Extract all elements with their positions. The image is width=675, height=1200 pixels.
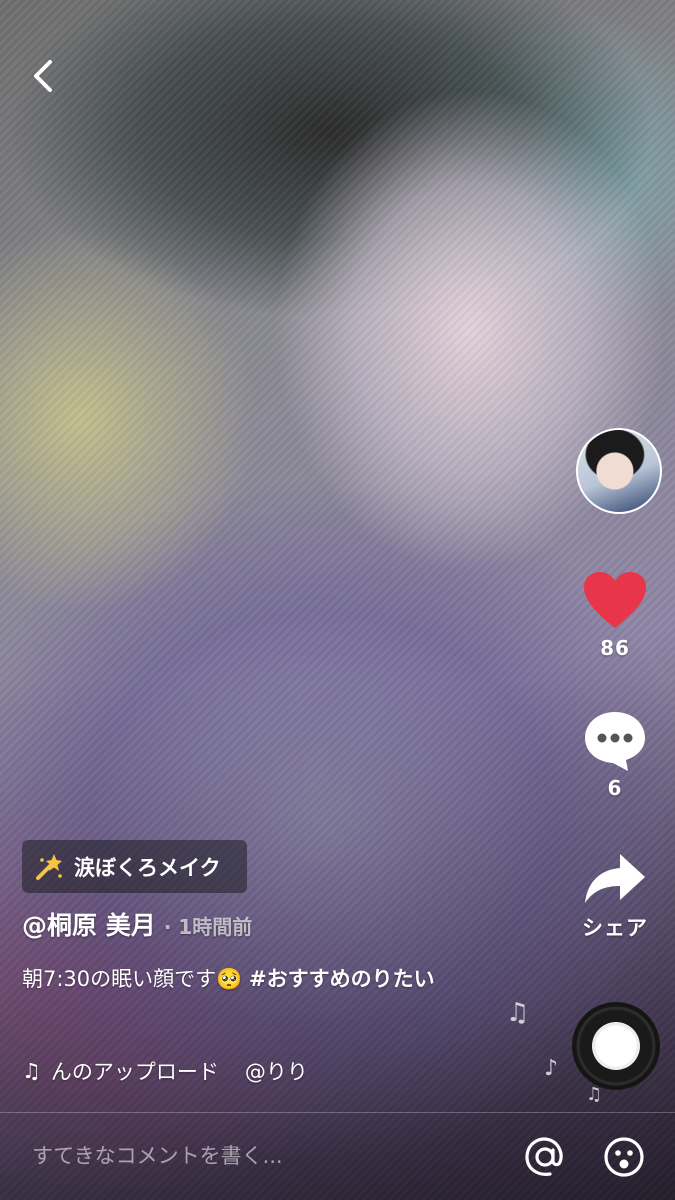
music-note-icon: ♫ <box>22 1059 41 1083</box>
post-time: · 1時間前 <box>163 915 253 939</box>
sparkle-wand-icon <box>36 853 62 880</box>
back-chevron-icon[interactable] <box>26 56 62 96</box>
hashtag-link[interactable]: #おすすめのりたい <box>249 967 435 991</box>
music-title: んのアップロード <box>50 1060 219 1084</box>
effect-label: 涙ぼくろメイク <box>74 855 221 880</box>
author-avatar[interactable] <box>576 428 662 514</box>
comment-count: 6 <box>607 776 623 800</box>
like-count: 86 <box>600 636 630 660</box>
video-caption: 朝7:30の眠い顔です🥺 #おすすめのりたい <box>22 956 502 1002</box>
author-name[interactable]: @桐原 美月 <box>22 911 156 940</box>
comment-bubble-icon <box>585 712 645 771</box>
disc-artwork <box>592 1022 640 1070</box>
music-disc[interactable] <box>572 1002 660 1090</box>
emoji-face-icon[interactable] <box>603 1136 645 1178</box>
caption-text: 朝7:30の眠い顔です <box>22 967 217 991</box>
effect-chip[interactable]: 涙ぼくろメイク <box>22 840 247 893</box>
music-artist: @りり <box>244 1060 308 1084</box>
comment-button[interactable]: 6 <box>573 708 657 800</box>
share-label: シェア <box>582 916 648 940</box>
comment-bar-divider <box>0 1112 675 1113</box>
author-line: @桐原 美月 · 1時間前 <box>22 906 252 942</box>
at-mention-icon[interactable] <box>524 1136 566 1178</box>
music-info[interactable]: ♫ んのアップロード @りり <box>22 1056 308 1086</box>
pleading-face-emoji: 🥺 <box>216 967 243 991</box>
floating-note-icon: ♫ <box>506 998 530 1028</box>
floating-note-icon: ♪ <box>544 1056 559 1081</box>
comment-input[interactable] <box>32 1138 492 1174</box>
heart-icon <box>584 572 646 628</box>
like-button[interactable]: 86 <box>573 570 657 660</box>
share-button[interactable]: シェア <box>573 850 657 942</box>
share-arrow-icon <box>585 854 645 903</box>
